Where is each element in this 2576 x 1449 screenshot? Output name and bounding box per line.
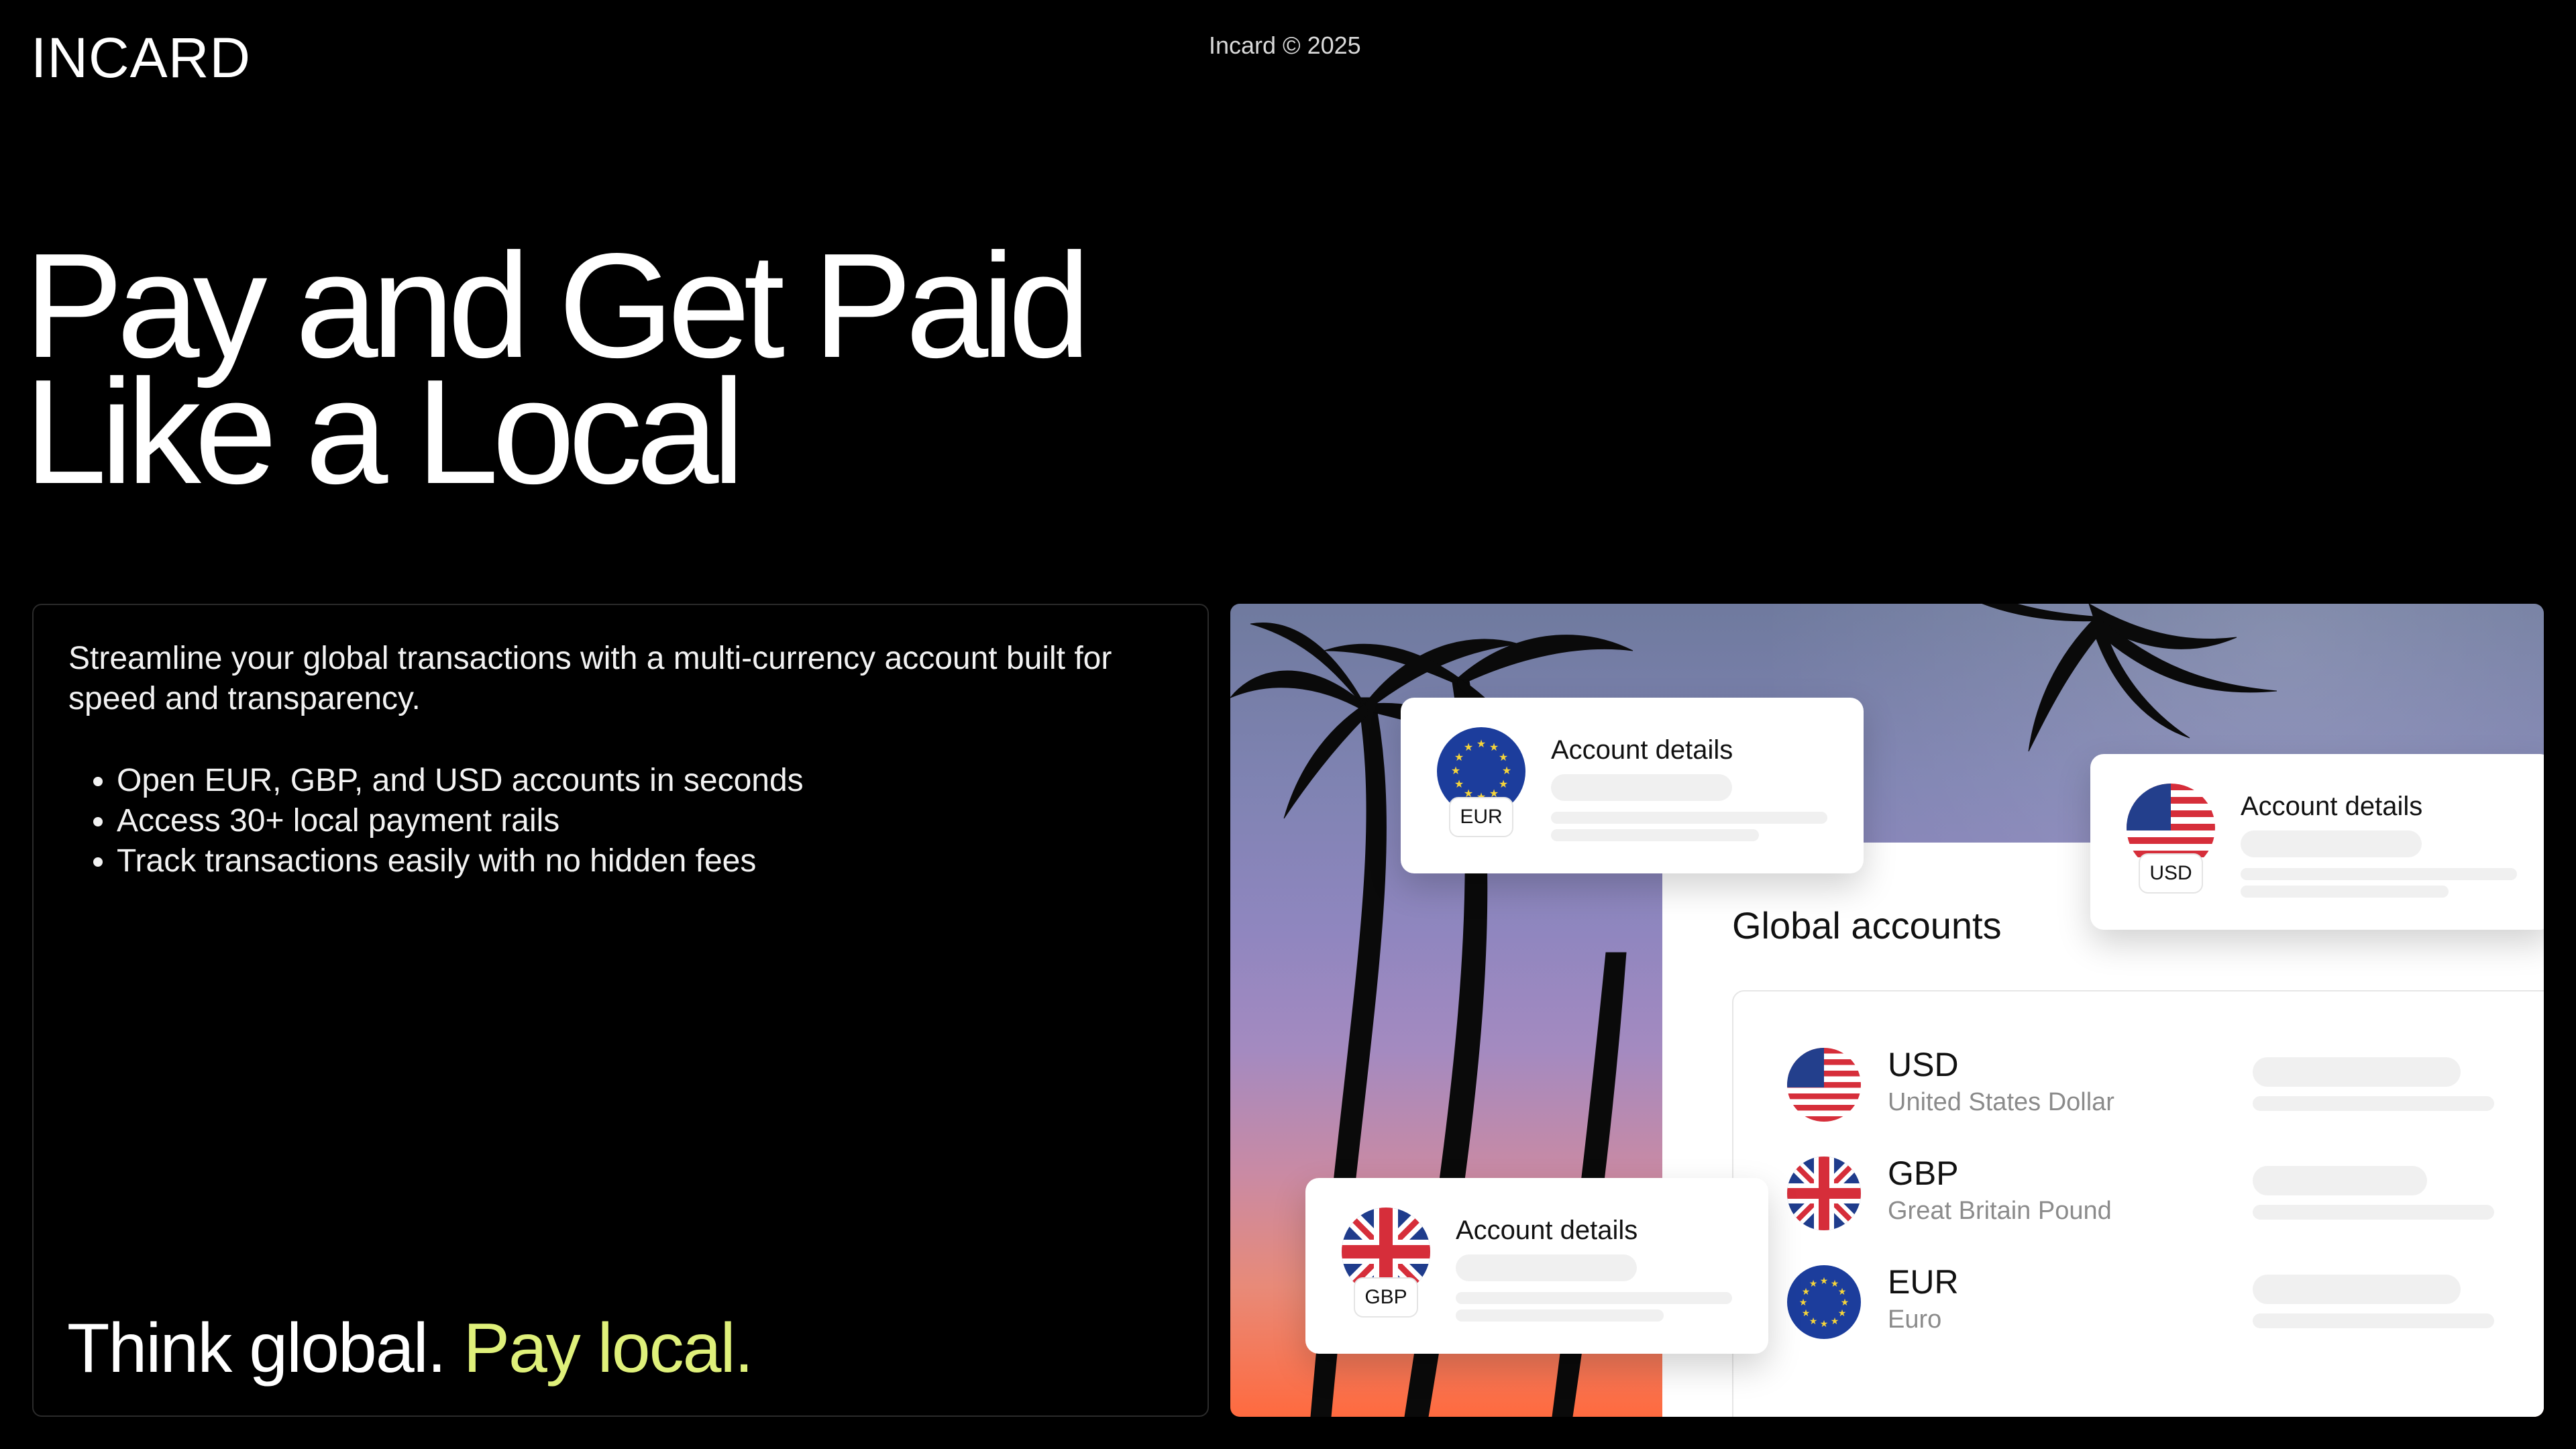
placeholder-bar	[1456, 1254, 1637, 1281]
copyright-text: Incard © 2025	[1209, 32, 1361, 59]
account-row-usd[interactable]: USD United States Dollar	[1787, 1048, 2525, 1128]
card-title: Account details	[2241, 792, 2423, 821]
svg-text:★: ★	[1831, 1316, 1839, 1327]
placeholder-bar	[2253, 1313, 2494, 1328]
page: INCARD Incard © 2025 Pay and Get Paid Li…	[0, 0, 2576, 1449]
feature-list: Open EUR, GBP, and USD accounts in secon…	[68, 761, 804, 881]
account-code: EUR	[1888, 1263, 1959, 1301]
tagline-part-1: Think global.	[67, 1309, 447, 1387]
svg-text:★: ★	[1499, 751, 1508, 763]
svg-text:★: ★	[1454, 777, 1464, 790]
feature-item: Open EUR, GBP, and USD accounts in secon…	[117, 761, 804, 801]
account-row-eur[interactable]: ★ ★ ★ ★ ★ ★ ★ ★ ★ ★ ★ ★ EUR Euro	[1787, 1265, 2525, 1346]
accounts-list: USD United States Dollar GBP Great Brita…	[1732, 990, 2544, 1417]
placeholder-bar	[1551, 774, 1732, 801]
tagline: Think global. Pay local.	[67, 1313, 753, 1383]
account-details-card-gbp[interactable]: GBP Account details	[1305, 1178, 1768, 1354]
placeholder-bar	[2253, 1166, 2427, 1195]
placeholder-bar	[2241, 868, 2517, 880]
intro-text: Streamline your global transactions with…	[68, 641, 1112, 716]
svg-text:★: ★	[1451, 764, 1460, 777]
us-flag-icon	[1787, 1048, 1861, 1122]
svg-text:★: ★	[1841, 1297, 1849, 1308]
account-name: United States Dollar	[1888, 1088, 2114, 1116]
placeholder-bar	[1456, 1292, 1732, 1304]
svg-text:★: ★	[1809, 1316, 1818, 1327]
svg-text:★: ★	[1809, 1279, 1818, 1289]
panel-title: Global accounts	[1732, 904, 2002, 947]
currency-tag: GBP	[1354, 1277, 1418, 1318]
svg-text:★: ★	[1802, 1308, 1811, 1319]
svg-text:★: ★	[1820, 1319, 1829, 1330]
placeholder-bar	[2241, 885, 2449, 898]
account-details-card-eur[interactable]: ★★★ ★★★ ★★★ ★★★ EUR Account details	[1401, 698, 1864, 873]
hero-heading: Pay and Get Paid Like a Local	[24, 231, 1091, 506]
card-title: Account details	[1551, 735, 1733, 765]
svg-text:★: ★	[1454, 751, 1464, 763]
svg-text:★: ★	[1838, 1287, 1847, 1297]
account-row-gbp[interactable]: GBP Great Britain Pound	[1787, 1157, 2525, 1237]
uk-flag-icon	[1787, 1157, 1861, 1230]
currency-tag: USD	[2139, 853, 2203, 894]
svg-text:★: ★	[1502, 764, 1511, 777]
account-code: GBP	[1888, 1155, 1959, 1192]
hero-visual: Global accounts USD United States Dollar…	[1230, 604, 2544, 1417]
svg-text:★: ★	[1464, 741, 1473, 753]
placeholder-bar	[2241, 830, 2422, 857]
placeholder-bar	[2253, 1096, 2494, 1111]
svg-text:★: ★	[1820, 1276, 1829, 1287]
feature-item: Track transactions easily with no hidden…	[117, 841, 804, 881]
currency-tag: EUR	[1449, 797, 1513, 837]
placeholder-bar	[2253, 1275, 2461, 1304]
placeholder-bar	[1551, 829, 1759, 841]
svg-text:★: ★	[1838, 1308, 1847, 1319]
svg-text:★: ★	[1489, 741, 1499, 753]
svg-text:★: ★	[1799, 1297, 1808, 1308]
placeholder-bar	[2253, 1057, 2461, 1087]
placeholder-bar	[1456, 1309, 1664, 1322]
account-code: USD	[1888, 1046, 1959, 1083]
feature-item: Access 30+ local payment rails	[117, 801, 804, 841]
account-details-card-usd[interactable]: USD Account details	[2090, 754, 2544, 930]
placeholder-bar	[2253, 1205, 2494, 1220]
eu-flag-icon: ★★★ ★★★ ★★★ ★★★	[1787, 1265, 1861, 1339]
placeholder-bar	[1551, 812, 1827, 824]
tagline-part-2: Pay local.	[463, 1309, 754, 1387]
card-title: Account details	[1456, 1216, 1638, 1245]
logo[interactable]: INCARD	[31, 30, 251, 86]
intro-card: Streamline your global transactions with…	[32, 604, 1209, 1417]
svg-text:★: ★	[1477, 737, 1486, 750]
svg-text:★: ★	[1499, 777, 1508, 790]
account-name: Great Britain Pound	[1888, 1197, 2112, 1225]
account-name: Euro	[1888, 1305, 1942, 1334]
